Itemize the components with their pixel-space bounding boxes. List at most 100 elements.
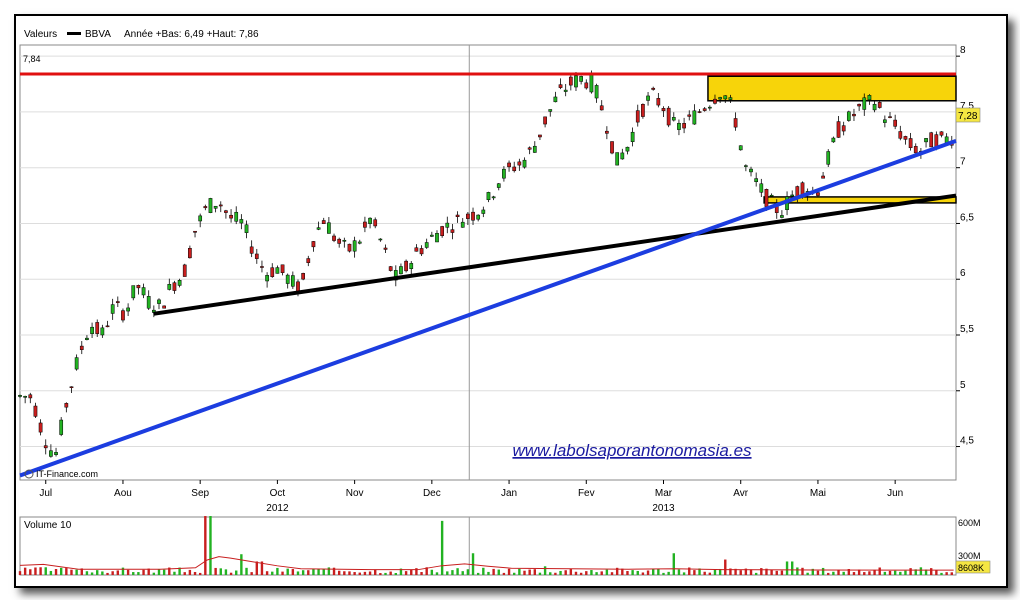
volume-bar <box>713 569 717 575</box>
candle-body <box>558 84 563 88</box>
candle-body <box>939 131 944 136</box>
candle-body <box>424 242 429 248</box>
candle-body <box>908 138 913 149</box>
volume-bar <box>374 569 377 575</box>
volume-bar <box>610 572 614 575</box>
candle-body <box>471 211 475 221</box>
candle-body <box>445 222 450 228</box>
candle-body <box>744 165 748 167</box>
candle-body <box>625 146 630 152</box>
volume-bar <box>929 568 933 575</box>
volume-bar <box>842 571 845 575</box>
candle-body <box>759 183 764 193</box>
volume-bar <box>852 572 856 575</box>
candle-body <box>671 117 676 121</box>
candle-body <box>610 141 614 154</box>
volume-bar <box>116 570 120 575</box>
volume-bar <box>456 568 459 575</box>
volume-bar <box>595 572 598 575</box>
volume-bar <box>337 570 341 575</box>
y-tick-label: 6 <box>960 268 966 279</box>
volume-bar <box>90 572 94 575</box>
candle-body <box>265 275 269 282</box>
volume-bar <box>641 572 645 575</box>
candle-body <box>553 96 558 103</box>
volume-bar <box>801 567 804 575</box>
candle-body <box>594 85 599 99</box>
candle-body <box>841 125 846 132</box>
volume-bar <box>513 572 516 575</box>
candle-body <box>28 394 33 399</box>
candle-body <box>141 287 146 296</box>
candle-body <box>105 325 110 328</box>
volume-bar <box>564 570 567 575</box>
candle-body <box>903 136 908 140</box>
candle-body <box>666 107 671 126</box>
candle-body <box>79 345 84 350</box>
volume-bar <box>476 572 480 575</box>
y-tick-label: 6,5 <box>960 212 974 223</box>
volume-bar <box>255 561 259 575</box>
volume-bar <box>528 569 531 575</box>
volume-bar <box>70 569 73 575</box>
candle-body <box>893 119 898 127</box>
x-month-label: Aou <box>114 488 132 499</box>
candle-body <box>532 145 537 153</box>
candle-body <box>136 285 141 289</box>
volume-bar <box>487 571 490 575</box>
candle-body <box>563 89 568 92</box>
volume-bar <box>235 570 238 575</box>
volume-bar <box>404 571 408 575</box>
candle-body <box>327 222 331 234</box>
volume-bar <box>909 568 912 575</box>
candle-body <box>656 98 661 106</box>
candle-body <box>275 267 280 274</box>
volume-bar <box>49 570 53 575</box>
volume-bar <box>101 571 104 575</box>
volume-bar <box>904 570 907 575</box>
volume-bar <box>605 569 609 575</box>
volume-bar <box>451 570 454 575</box>
volume-bar <box>188 569 192 575</box>
volume-bar <box>142 569 145 575</box>
candle-body <box>54 452 58 455</box>
candle-body <box>280 264 285 273</box>
candle-body <box>723 95 728 100</box>
volume-bar <box>29 569 32 575</box>
candle-body <box>177 279 182 286</box>
candle-body <box>316 227 321 230</box>
candle-body <box>651 87 656 90</box>
candle-body <box>800 182 805 195</box>
candle-body <box>409 263 414 269</box>
candle-body <box>831 137 836 143</box>
candle-body <box>780 215 784 218</box>
volume-bar <box>353 572 356 575</box>
candle-body <box>440 226 444 236</box>
candle-body <box>357 241 362 244</box>
candle-body <box>687 114 692 117</box>
candle-body <box>260 266 264 268</box>
candle-body <box>38 422 43 433</box>
candle-body <box>383 247 388 250</box>
candle-body <box>239 219 244 224</box>
volume-bar <box>440 520 444 575</box>
volume-bar <box>240 554 243 575</box>
candle-body <box>414 247 419 252</box>
candle-body <box>188 247 192 259</box>
volume-bar <box>75 569 78 575</box>
y-axis-ticks: 87,576,565,554,5 <box>956 45 974 448</box>
candle-body <box>95 322 100 334</box>
x-month-label: Fev <box>578 488 595 499</box>
last-volume-label: 8608K <box>958 563 984 573</box>
volume-bar <box>703 571 706 575</box>
volume-bar <box>652 568 655 575</box>
volume-bar <box>343 571 346 575</box>
y-tick-label: 5 <box>960 380 966 391</box>
candle-body <box>543 116 547 125</box>
candle-body <box>229 214 233 219</box>
candle-body <box>862 97 867 110</box>
volume-bar <box>569 569 573 575</box>
volume-bar <box>183 572 186 575</box>
candle-body <box>522 159 527 168</box>
y-tick-label: 8 <box>960 45 966 56</box>
